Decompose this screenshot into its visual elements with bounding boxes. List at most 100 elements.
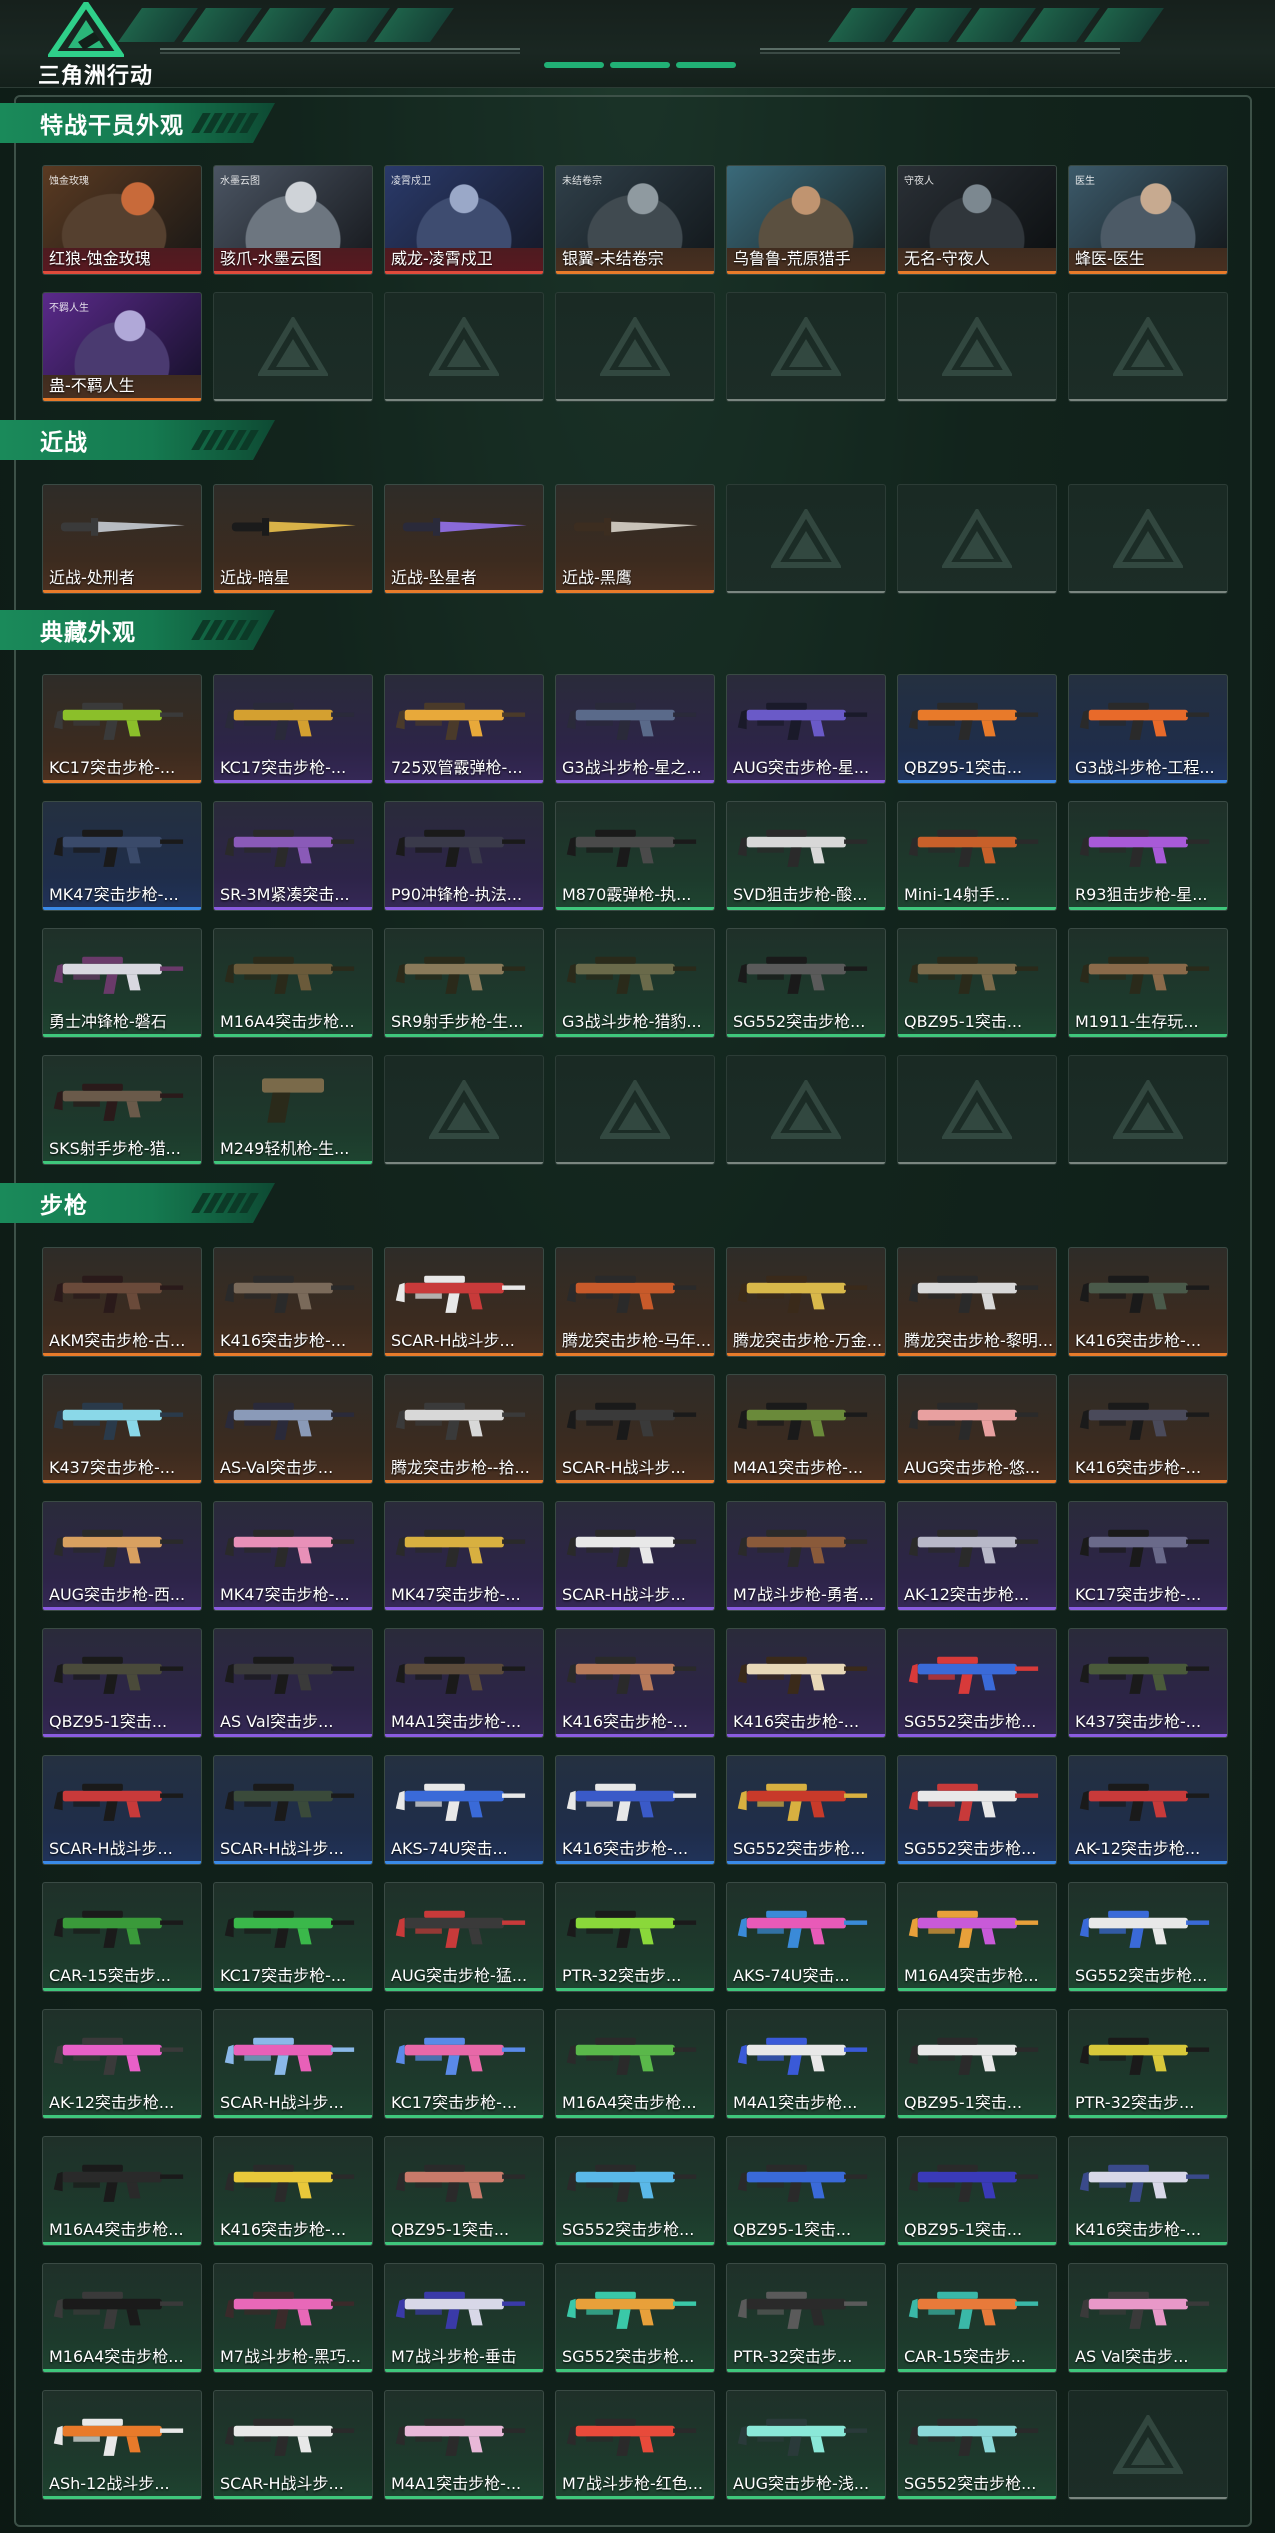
skin-card[interactable]: SG552突击步枪... — [555, 2263, 715, 2373]
skin-card[interactable]: PTR-32突击步... — [555, 1882, 715, 1992]
skin-card[interactable]: 腾龙突击步枪-马年... — [555, 1247, 715, 1357]
skin-card[interactable]: 守夜人 无名-守夜人 — [897, 165, 1057, 275]
skin-card[interactable]: QBZ95-1突击... — [42, 1628, 202, 1738]
skin-card[interactable]: 未结卷宗 银翼-未结卷宗 — [555, 165, 715, 275]
skin-card[interactable]: SCAR-H战斗步... — [213, 2009, 373, 2119]
skin-card[interactable]: AKS-74U突击... — [726, 1882, 886, 1992]
skin-card[interactable]: QBZ95-1突击... — [384, 2136, 544, 2246]
skin-card[interactable]: SKS射手步枪-猎... — [42, 1055, 202, 1165]
skin-card[interactable]: AUG突击步枪-猛... — [384, 1882, 544, 1992]
skin-card[interactable]: 医生 蜂医-医生 — [1068, 165, 1228, 275]
skin-card[interactable]: QBZ95-1突击... — [897, 2009, 1057, 2119]
skin-card[interactable]: PTR-32突击步... — [1068, 2009, 1228, 2119]
skin-card[interactable]: 不羁人生 蛊-不羁人生 — [42, 292, 202, 402]
skin-card[interactable]: SR9射手步枪-生... — [384, 928, 544, 1038]
skin-card[interactable]: Mini-14射手... — [897, 801, 1057, 911]
skin-card[interactable]: K437突击步枪-... — [1068, 1628, 1228, 1738]
skin-card[interactable]: SCAR-H战斗步... — [555, 1374, 715, 1484]
skin-card[interactable]: SG552突击步枪... — [555, 2136, 715, 2246]
skin-card[interactable]: SCAR-H战斗步... — [42, 1755, 202, 1865]
skin-card[interactable]: 乌鲁鲁-荒原猎手 — [726, 165, 886, 275]
skin-card[interactable]: 凌霄戍卫 威龙-凌霄戍卫 — [384, 165, 544, 275]
skin-card[interactable]: AUG突击步枪-浅... — [726, 2390, 886, 2500]
skin-card[interactable]: M870霰弹枪-执... — [555, 801, 715, 911]
skin-card[interactable]: K416突击步枪-... — [726, 1628, 886, 1738]
skin-card[interactable]: AUG突击步枪-星... — [726, 674, 886, 784]
skin-card[interactable]: SCAR-H战斗步... — [213, 2390, 373, 2500]
skin-card[interactable]: K416突击步枪-... — [213, 1247, 373, 1357]
skin-card[interactable]: AKM突击步枪-古... — [42, 1247, 202, 1357]
skin-card[interactable]: M7战斗步枪-勇者... — [726, 1501, 886, 1611]
skin-card[interactable]: 腾龙突击步枪--拾... — [384, 1374, 544, 1484]
skin-card[interactable]: SG552突击步枪... — [726, 1755, 886, 1865]
skin-card[interactable]: K416突击步枪-... — [213, 2136, 373, 2246]
skin-card[interactable]: M16A4突击步枪... — [42, 2136, 202, 2246]
skin-card[interactable]: SG552突击步枪... — [897, 1755, 1057, 1865]
skin-card[interactable]: 近战-处刑者 — [42, 484, 202, 594]
skin-card[interactable]: K416突击步枪-... — [555, 1628, 715, 1738]
skin-card[interactable]: AUG突击步枪-西... — [42, 1501, 202, 1611]
skin-card[interactable]: SVD狙击步枪-酸... — [726, 801, 886, 911]
skin-card[interactable]: M16A4突击步枪... — [897, 1882, 1057, 1992]
skin-card[interactable]: MK47突击步枪-... — [213, 1501, 373, 1611]
skin-card[interactable]: M4A1突击步枪-... — [726, 1374, 886, 1484]
skin-card[interactable]: K416突击步枪-... — [1068, 1247, 1228, 1357]
skin-card[interactable]: K416突击步枪-... — [1068, 2136, 1228, 2246]
skin-card[interactable]: M1911-生存玩... — [1068, 928, 1228, 1038]
skin-card[interactable]: 725双管霰弹枪-... — [384, 674, 544, 784]
skin-card[interactable]: P90冲锋枪-执法... — [384, 801, 544, 911]
skin-card[interactable]: 蚀金玫瑰 红狼-蚀金玫瑰 — [42, 165, 202, 275]
skin-card[interactable]: AK-12突击步枪... — [897, 1501, 1057, 1611]
skin-card[interactable]: 近战-黑鹰 — [555, 484, 715, 594]
skin-card[interactable]: M16A4突击步枪... — [555, 2009, 715, 2119]
skin-card[interactable]: KC17突击步枪-... — [213, 674, 373, 784]
skin-card[interactable]: 近战-暗星 — [213, 484, 373, 594]
skin-card[interactable]: 水墨云图 骇爪-水墨云图 — [213, 165, 373, 275]
skin-card[interactable]: KC17突击步枪-... — [384, 2009, 544, 2119]
skin-card[interactable]: SG552突击步枪... — [897, 1628, 1057, 1738]
skin-card[interactable]: AS-Val突击步... — [213, 1374, 373, 1484]
skin-card[interactable]: ASh-12战斗步... — [42, 2390, 202, 2500]
skin-card[interactable]: K437突击步枪-... — [42, 1374, 202, 1484]
skin-card[interactable]: SG552突击步枪... — [897, 2390, 1057, 2500]
skin-card[interactable]: M16A4突击步枪... — [213, 928, 373, 1038]
skin-card[interactable]: CAR-15突击步... — [897, 2263, 1057, 2373]
skin-card[interactable]: KC17突击步枪-... — [1068, 1501, 1228, 1611]
skin-card[interactable]: QBZ95-1突击... — [897, 2136, 1057, 2246]
skin-card[interactable]: K416突击步枪-... — [555, 1755, 715, 1865]
skin-card[interactable]: QBZ95-1突击... — [726, 2136, 886, 2246]
skin-card[interactable]: M16A4突击步枪... — [42, 2263, 202, 2373]
skin-card[interactable]: QBZ95-1突击... — [897, 928, 1057, 1038]
skin-card[interactable]: SR-3M紧凑突击... — [213, 801, 373, 911]
skin-card[interactable]: R93狙击步枪-星... — [1068, 801, 1228, 911]
skin-card[interactable]: PTR-32突击步... — [726, 2263, 886, 2373]
skin-card[interactable]: CAR-15突击步... — [42, 1882, 202, 1992]
skin-card[interactable]: 近战-坠星者 — [384, 484, 544, 594]
skin-card[interactable]: SCAR-H战斗步... — [384, 1247, 544, 1357]
skin-card[interactable]: 腾龙突击步枪-万金... — [726, 1247, 886, 1357]
skin-card[interactable]: AS Val突击步... — [1068, 2263, 1228, 2373]
skin-card[interactable]: QBZ95-1突击... — [897, 674, 1057, 784]
skin-card[interactable]: M7战斗步枪-红色... — [555, 2390, 715, 2500]
skin-card[interactable]: SCAR-H战斗步... — [213, 1755, 373, 1865]
skin-card[interactable]: M4A1突击步枪-... — [384, 2390, 544, 2500]
skin-card[interactable]: AS Val突击步... — [213, 1628, 373, 1738]
skin-card[interactable]: M4A1突击步枪... — [726, 2009, 886, 2119]
skin-card[interactable]: G3战斗步枪-工程... — [1068, 674, 1228, 784]
skin-card[interactable]: 勇士冲锋枪-磐石 — [42, 928, 202, 1038]
skin-card[interactable]: KC17突击步枪-... — [42, 674, 202, 784]
skin-card[interactable]: M4A1突击步枪-... — [384, 1628, 544, 1738]
skin-card[interactable]: M7战斗步枪-垂击 — [384, 2263, 544, 2373]
skin-card[interactable]: MK47突击步枪-... — [42, 801, 202, 911]
skin-card[interactable]: AK-12突击步枪... — [42, 2009, 202, 2119]
skin-card[interactable]: G3战斗步枪-猎豹... — [555, 928, 715, 1038]
skin-card[interactable]: K416突击步枪-... — [1068, 1374, 1228, 1484]
skin-card[interactable]: G3战斗步枪-星之... — [555, 674, 715, 784]
skin-card[interactable]: M7战斗步枪-黑巧... — [213, 2263, 373, 2373]
skin-card[interactable]: KC17突击步枪-... — [213, 1882, 373, 1992]
skin-card[interactable]: 腾龙突击步枪-黎明... — [897, 1247, 1057, 1357]
skin-card[interactable]: M249轻机枪-生... — [213, 1055, 373, 1165]
skin-card[interactable]: AUG突击步枪-悠... — [897, 1374, 1057, 1484]
skin-card[interactable]: AK-12突击步枪... — [1068, 1755, 1228, 1865]
skin-card[interactable]: SG552突击步枪... — [726, 928, 886, 1038]
